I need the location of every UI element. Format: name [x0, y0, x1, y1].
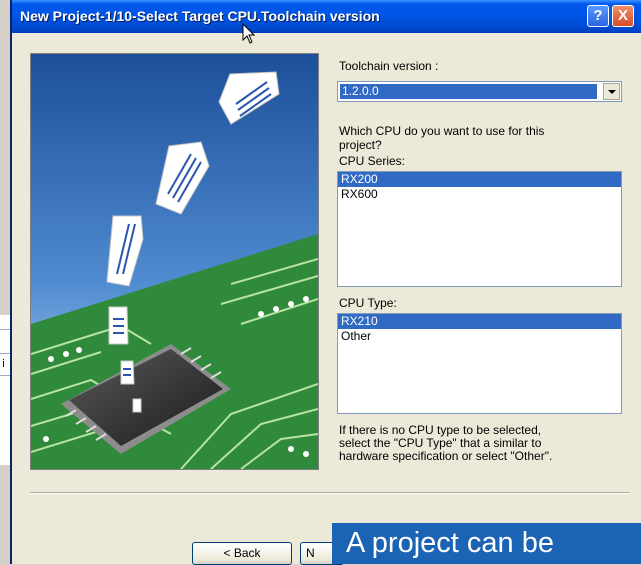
back-button[interactable]: < Back	[192, 542, 292, 565]
toolchain-version-select[interactable]: 1.2.0.0	[337, 81, 622, 102]
cpu-type-label: CPU Type:	[339, 296, 397, 310]
separator	[30, 492, 630, 494]
list-item-other[interactable]: Other	[338, 329, 621, 344]
project-illustration	[30, 53, 319, 470]
cpu-series-label: CPU Series:	[339, 154, 406, 168]
close-icon: X	[617, 7, 628, 24]
title-bar[interactable]: New Project-1/10-Select Target CPU.Toolc…	[12, 0, 641, 33]
toolchain-version-value: 1.2.0.0	[340, 84, 597, 99]
toolchain-version-label: Toolchain version :	[339, 59, 439, 73]
dropdown-arrow-icon[interactable]	[603, 83, 620, 100]
list-item-rx600[interactable]: RX600	[338, 187, 621, 202]
cpu-question-line2: project?	[339, 138, 382, 152]
background-window-text: i	[2, 357, 6, 370]
note-line3: hardware specification or select "Other"…	[339, 449, 553, 463]
cpu-series-list[interactable]: RX200 RX600	[337, 171, 622, 287]
new-project-dialog: New Project-1/10-Select Target CPU.Toolc…	[10, 0, 641, 565]
list-item-rx200[interactable]: RX200	[338, 172, 621, 187]
dialog-title: New Project-1/10-Select Target CPU.Toolc…	[20, 8, 380, 24]
caption-overlay: A project can be	[332, 523, 641, 564]
close-button[interactable]: X	[612, 5, 634, 27]
cpu-question-line1: Which CPU do you want to use for this	[339, 124, 545, 138]
cpu-type-note: If there is no CPU type to be selected, …	[339, 424, 624, 463]
cpu-type-list[interactable]: RX210 Other	[337, 313, 622, 414]
list-item-rx210[interactable]: RX210	[338, 314, 621, 329]
help-button[interactable]: ?	[587, 5, 609, 27]
cursor-arrow-icon	[242, 23, 256, 44]
help-icon: ?	[593, 7, 603, 24]
